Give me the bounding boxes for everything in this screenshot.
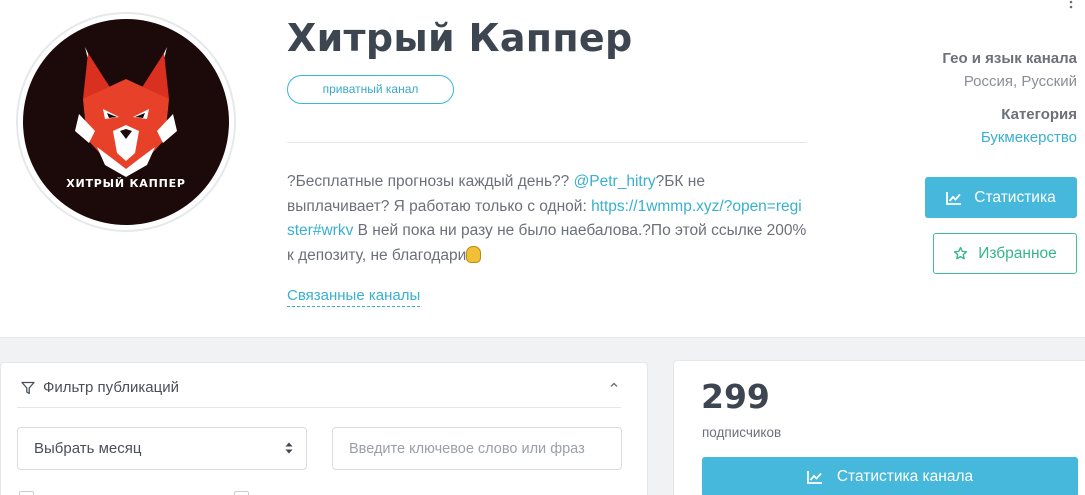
channel-header: ХИТРЫЙ КАППЕР Хитрый Каппер приватный ка… [0, 0, 1085, 338]
category-link[interactable]: Букмекерство [981, 129, 1077, 146]
subscriber-count: 299 [701, 377, 770, 416]
geo-language-label: Гео и язык канала [942, 50, 1077, 67]
filter-checkbox-1[interactable] [19, 491, 34, 495]
avatar-image: ХИТРЫЙ КАППЕР [23, 19, 229, 225]
month-select-value: Выбрать месяц [34, 440, 142, 457]
hand-emoji-icon [466, 245, 482, 263]
subscriber-label: подписчиков [702, 425, 782, 440]
fox-logo-icon [75, 47, 177, 177]
month-select[interactable]: Выбрать месяц [17, 427, 307, 470]
category-label: Категория [1001, 106, 1077, 123]
vertical-dots-icon[interactable] [1064, 0, 1078, 10]
channel-statistics-button[interactable]: Статистика канала [702, 457, 1078, 495]
chart-line-icon [946, 191, 962, 205]
statistics-button-label: Статистика [974, 188, 1056, 206]
channel-statistics-label: Статистика канала [836, 468, 974, 485]
description-text-3: В ней пока ни разу не было наебалова.?По… [287, 222, 807, 264]
description-text-1: ?Бесплатные прогнозы каждый день?? [287, 173, 574, 190]
chevron-up-icon[interactable] [608, 379, 620, 391]
favorite-button[interactable]: Избранное [933, 233, 1077, 274]
channel-title: Хитрый Каппер [287, 16, 633, 60]
filter-checkbox-2[interactable] [234, 491, 249, 495]
subscribers-card: 299 подписчиков Статистика канала [673, 360, 1085, 495]
related-channels-link[interactable]: Связанные каналы [287, 287, 421, 307]
filter-title: Фильтр публикаций [43, 379, 179, 396]
channel-avatar: ХИТРЫЙ КАППЕР [16, 12, 236, 232]
channel-description: ?Бесплатные прогнозы каждый день?? @Petr… [287, 170, 807, 268]
private-channel-badge: приватный канал [287, 75, 454, 104]
header-divider [287, 142, 807, 143]
publication-filter-card: Фильтр публикаций Выбрать месяц [0, 362, 648, 495]
keyword-search-input[interactable] [332, 427, 622, 470]
author-mention-link[interactable]: @Petr_hitry [574, 173, 656, 190]
chart-line-icon [806, 471, 822, 484]
star-outline-icon [954, 246, 968, 260]
filter-divider [17, 407, 621, 408]
funnel-icon [21, 381, 35, 394]
avatar-brand-text: ХИТРЫЙ КАППЕР [66, 177, 186, 190]
filter-header[interactable]: Фильтр публикаций [21, 379, 179, 396]
statistics-button[interactable]: Статистика [925, 177, 1077, 218]
favorite-button-label: Избранное [978, 244, 1057, 262]
sort-arrows-icon [285, 442, 293, 454]
geo-language-value: Россия, Русский [963, 73, 1077, 90]
